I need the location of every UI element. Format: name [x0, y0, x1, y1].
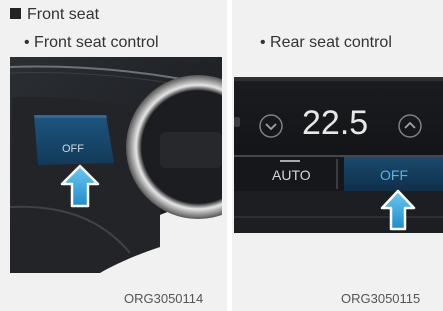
rear-seat-control-photo: 22.5 AUTO OFF	[234, 77, 443, 233]
front-seat-illustration	[10, 57, 222, 273]
auto-indicator	[280, 160, 300, 162]
off-button[interactable]: OFF	[380, 167, 408, 183]
section-title: Front seat	[10, 6, 99, 24]
chevron-up-icon[interactable]	[397, 113, 423, 139]
square-bullet-icon	[10, 8, 21, 19]
front-seat-control-photo: OFF	[10, 57, 222, 273]
off-button-label[interactable]: OFF	[62, 143, 84, 155]
front-seat-panel: Front seat • Front seat control OFF ORG3…	[0, 0, 227, 311]
front-seat-control-label: • Front seat control	[24, 34, 159, 51]
figure-code-right: ORG3050115	[341, 291, 421, 306]
chevron-down-icon[interactable]	[258, 113, 284, 139]
rear-seat-control-label: • Rear seat control	[260, 34, 392, 51]
arrow-up-icon	[60, 164, 100, 208]
arrow-up-icon	[380, 189, 416, 231]
figure-code-left: ORG3050114	[124, 291, 204, 306]
temperature-display: 22.5	[302, 104, 369, 142]
rear-seat-panel: • Rear seat control 22.5 AUTO OFF ORG305…	[232, 0, 443, 311]
auto-button[interactable]: AUTO	[272, 167, 311, 183]
section-title-text: Front seat	[27, 6, 100, 23]
